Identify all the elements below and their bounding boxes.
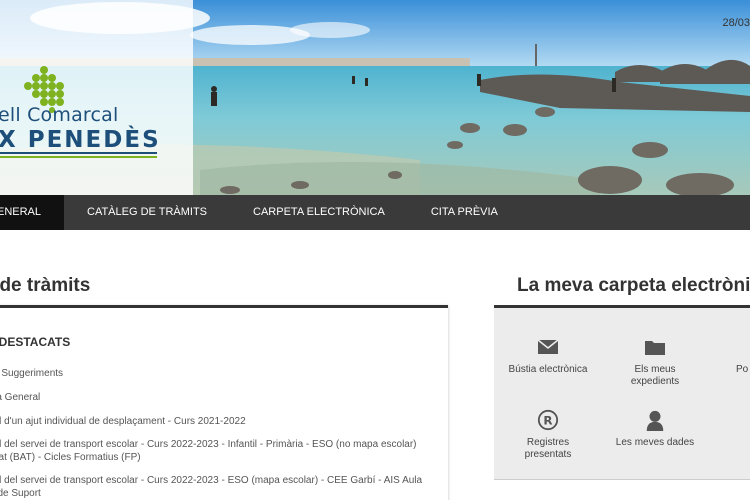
nav-item-cataleg[interactable]: CATÀLEG DE TRÀMITS bbox=[64, 195, 230, 230]
svg-text:R: R bbox=[543, 414, 552, 428]
procedure-link[interactable]: icitud del servei de transport escolar -… bbox=[0, 474, 428, 500]
current-date: 28/03 bbox=[722, 17, 750, 29]
user-icon bbox=[646, 410, 664, 431]
logo-text-top: ell Comarcal bbox=[0, 104, 119, 126]
tile-label: Bústia electrònica bbox=[508, 364, 588, 375]
catalog-title: eg de tràmits bbox=[0, 275, 91, 296]
tile-cropped[interactable]: Po bbox=[708, 364, 750, 376]
procedure-link[interactable]: icitud del servei de transport escolar -… bbox=[0, 438, 428, 464]
folder-icon bbox=[645, 341, 665, 355]
tile-label: Po bbox=[736, 364, 749, 375]
envelope-icon bbox=[537, 339, 559, 354]
featured-title: TS DESTACATS bbox=[0, 335, 71, 349]
logo-underline-blue bbox=[0, 152, 157, 154]
tile-dades[interactable]: Les meves dades bbox=[600, 409, 710, 449]
procedure-link[interactable]: xes i Suggeriments bbox=[0, 367, 428, 380]
procedure-link[interactable]: icitud d'un ajut individual de desplaçam… bbox=[0, 415, 428, 428]
logo-underline-green bbox=[0, 156, 157, 158]
procedure-link[interactable]: ància General bbox=[0, 391, 428, 404]
registered-icon: R bbox=[537, 409, 559, 431]
nav-item-cita-previa[interactable]: CITA PRÈVIA bbox=[408, 195, 521, 230]
tile-registres[interactable]: R Registres presentats bbox=[493, 409, 603, 461]
logo-text-bottom: X PENEDÈS bbox=[0, 127, 161, 153]
main-nav: GENERAL CATÀLEG DE TRÀMITS CARPETA ELECT… bbox=[0, 195, 750, 230]
nav-item-general[interactable]: GENERAL bbox=[0, 195, 64, 230]
tile-expedients[interactable]: Els meus expedients bbox=[600, 336, 710, 388]
nav-item-carpeta[interactable]: CARPETA ELECTRÒNICA bbox=[230, 195, 408, 230]
site-header: ell Comarcal X PENEDÈS 28/03 bbox=[0, 0, 750, 195]
tile-label: Els meus expedients bbox=[630, 364, 680, 387]
tile-label: Registres presentats bbox=[524, 437, 572, 460]
carpeta-title: La meva carpeta electrònic bbox=[517, 275, 750, 296]
tile-label: Les meves dades bbox=[615, 437, 695, 448]
featured-procedures-panel: TS DESTACATS xes i Suggeriments ància Ge… bbox=[0, 305, 448, 500]
carpeta-panel: Bústia electrònica Els meus expedients P… bbox=[494, 305, 750, 480]
tile-bustia[interactable]: Bústia electrònica bbox=[493, 336, 603, 376]
